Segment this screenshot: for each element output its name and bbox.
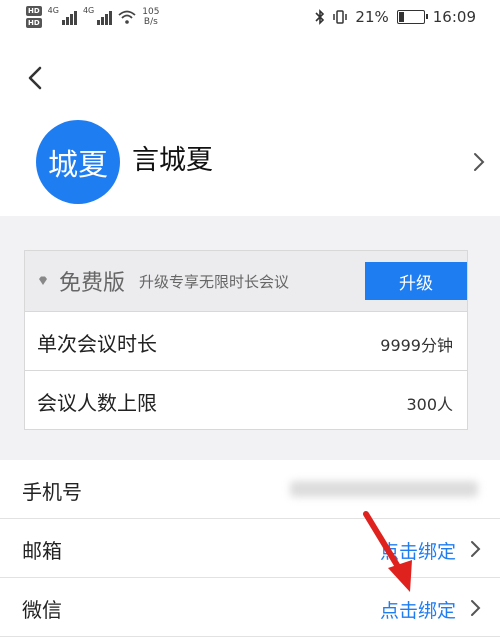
vibrate-icon bbox=[333, 10, 348, 24]
plan-info-row: 会议人数上限 300人 bbox=[25, 371, 467, 429]
clock: 16:09 bbox=[432, 8, 476, 26]
wechat-row[interactable]: 微信 点击绑定 bbox=[0, 578, 500, 637]
chevron-right-icon[interactable] bbox=[472, 150, 486, 174]
wechat-bind-link[interactable]: 点击绑定 bbox=[380, 596, 456, 623]
plan-header: 免费版 升级专享无限时长会议 升级 bbox=[25, 251, 467, 312]
email-row[interactable]: 邮箱 点击绑定 bbox=[0, 519, 500, 578]
network-speed: 105 B/s bbox=[142, 7, 159, 27]
signal-icon bbox=[61, 9, 77, 25]
meeting-duration-value: 9999分钟 bbox=[380, 336, 453, 355]
avatar[interactable]: 城夏 bbox=[36, 120, 120, 204]
user-name[interactable]: 言城夏 bbox=[132, 138, 213, 177]
wechat-label: 微信 bbox=[22, 598, 62, 622]
email-bind-link[interactable]: 点击绑定 bbox=[380, 537, 456, 564]
back-arrow-icon[interactable] bbox=[22, 58, 48, 98]
battery-level bbox=[398, 12, 404, 22]
battery-icon bbox=[396, 10, 428, 24]
participant-limit-value: 300人 bbox=[406, 395, 453, 414]
status-left: HD HD 4G 4G 105 B/s bbox=[26, 6, 159, 28]
chevron-right-icon bbox=[471, 541, 481, 557]
masked-phone-number bbox=[290, 481, 478, 497]
email-label: 邮箱 bbox=[22, 539, 62, 563]
wifi-icon bbox=[118, 10, 136, 24]
plan-card: 免费版 升级专享无限时长会议 升级 单次会议时长 9999分钟 会议人数上限 3… bbox=[24, 250, 468, 430]
status-bar: HD HD 4G 4G 105 B/s 21% 16:09 bbox=[0, 0, 500, 36]
speed-unit: B/s bbox=[143, 17, 158, 27]
chevron-right-icon bbox=[471, 600, 481, 616]
status-right: 21% 16:09 bbox=[315, 8, 476, 26]
meeting-duration-label: 单次会议时长 bbox=[37, 332, 157, 356]
participant-limit-label: 会议人数上限 bbox=[37, 391, 157, 415]
upgrade-button[interactable]: 升级 bbox=[365, 262, 467, 300]
plan-name: 免费版 bbox=[59, 271, 126, 296]
battery-percent: 21% bbox=[355, 8, 389, 26]
diamond-icon bbox=[39, 276, 47, 285]
account-list: 手机号 邮箱 点击绑定 微信 点击绑定 bbox=[0, 460, 500, 644]
profile-header: 城夏 言城夏 bbox=[0, 36, 500, 216]
network-type: 4G bbox=[82, 6, 95, 15]
phone-label: 手机号 bbox=[22, 480, 82, 504]
hd-icon: HD bbox=[26, 18, 42, 28]
signal-icon bbox=[97, 9, 113, 25]
hd-icon: HD bbox=[26, 6, 42, 16]
hd-indicator: HD HD bbox=[26, 6, 42, 28]
network-type: 4G bbox=[47, 6, 59, 15]
speed-value: 105 bbox=[142, 7, 160, 17]
plan-description: 升级专享无限时长会议 bbox=[139, 273, 290, 291]
phone-row[interactable]: 手机号 bbox=[0, 460, 500, 519]
plan-info-row: 单次会议时长 9999分钟 bbox=[25, 312, 467, 371]
bluetooth-icon bbox=[315, 9, 325, 25]
